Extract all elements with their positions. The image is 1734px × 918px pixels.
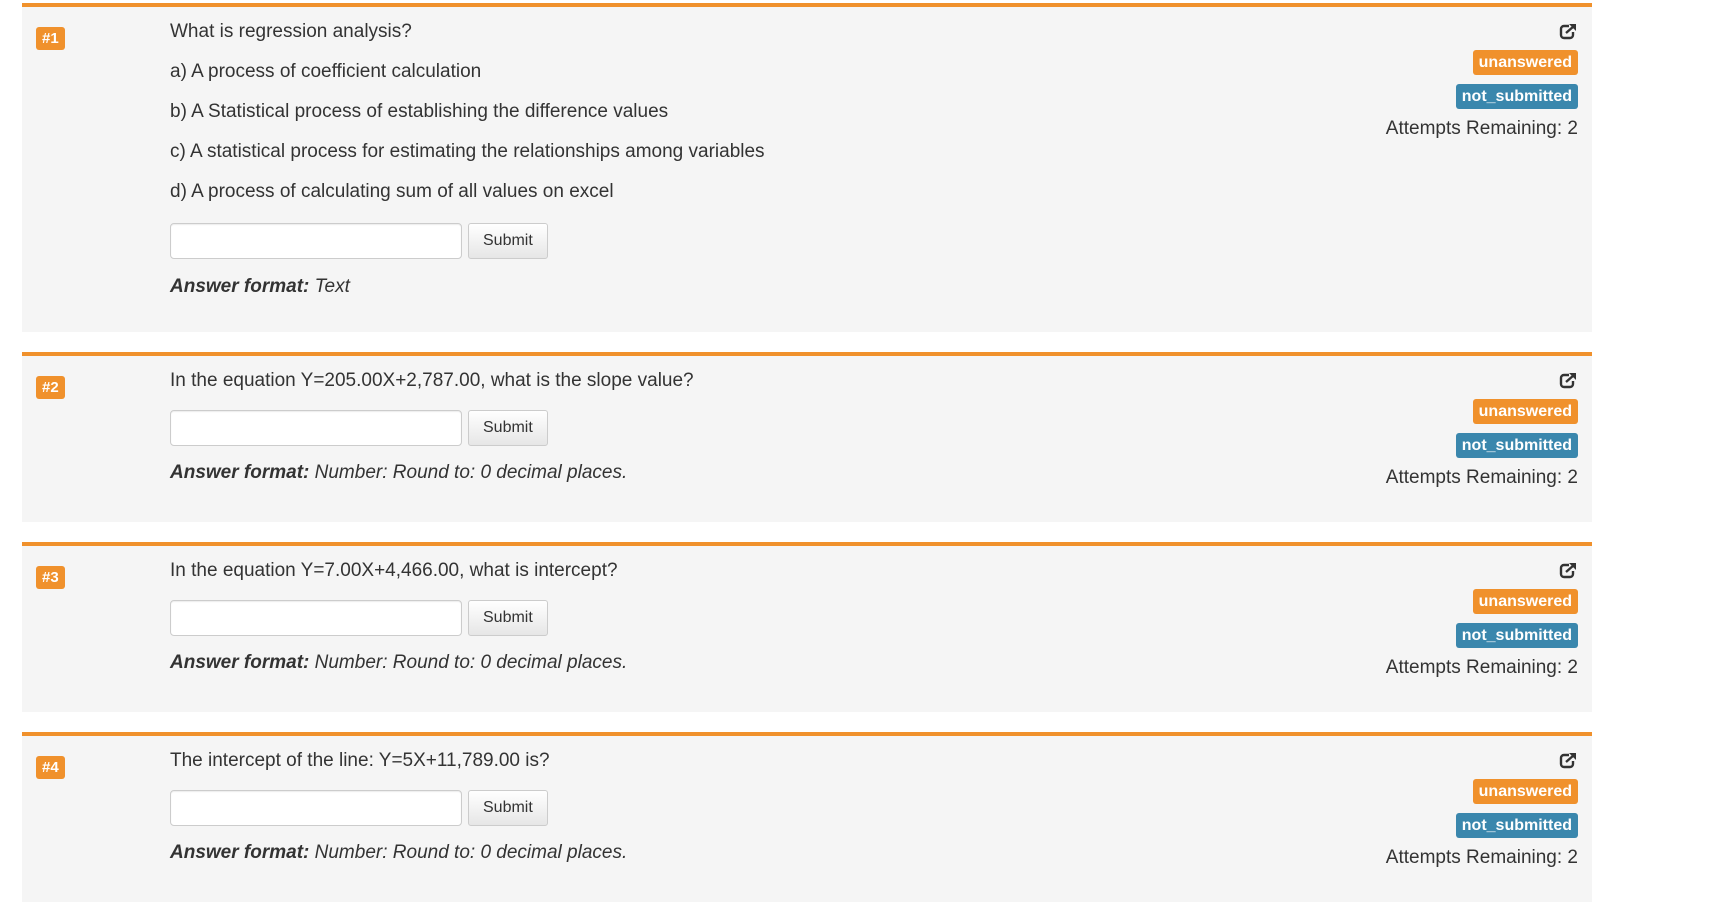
share-icon[interactable] [1558, 560, 1578, 580]
answer-option: c) A statistical process for estimating … [170, 141, 765, 162]
answer-row: Submit [170, 223, 1070, 259]
submit-button[interactable]: Submit [468, 223, 548, 259]
question-text: In the equation Y=7.00X+4,466.00, what i… [170, 560, 618, 581]
question-panel: #4 The intercept of the line: Y=5X+11,78… [22, 732, 1592, 902]
answer-option: a) A process of coefficient calculation [170, 61, 482, 82]
submission-badge: not_submitted [1455, 813, 1578, 838]
question-number-badge: #2 [36, 376, 65, 399]
answer-format-label: Answer format: [170, 276, 310, 297]
answer-format-label: Answer format: [170, 652, 310, 673]
answer-format: Answer format: Number: Round to: 0 decim… [170, 462, 1070, 484]
answer-format-label: Answer format: [170, 842, 310, 863]
submission-badge: not_submitted [1455, 433, 1578, 458]
answer-format-label: Answer format: [170, 462, 310, 483]
answer-input[interactable] [170, 223, 462, 259]
status-badge: unanswered [1472, 589, 1578, 614]
answer-option: d) A process of calculating sum of all v… [170, 181, 614, 202]
submission-badge: not_submitted [1455, 623, 1578, 648]
answer-input[interactable] [170, 410, 462, 446]
answer-input[interactable] [170, 600, 462, 636]
answer-option: b) A Statistical process of establishing… [170, 101, 669, 122]
question-number-badge: #3 [36, 566, 65, 589]
attempts-remaining: Attempts Remaining: 2 [1385, 118, 1578, 139]
submission-badge: not_submitted [1455, 84, 1578, 109]
question-text: What is regression analysis? [170, 21, 412, 42]
share-icon[interactable] [1558, 750, 1578, 770]
attempts-remaining: Attempts Remaining: 2 [1385, 657, 1578, 678]
answer-row: Submit [170, 410, 1070, 446]
answer-row: Submit [170, 600, 1070, 636]
question-panel: #1 What is regression analysis? a) A pro… [22, 3, 1592, 332]
status-badge: unanswered [1472, 50, 1578, 75]
answer-format: Answer format: Text [170, 276, 1070, 298]
answer-format-value: Text [314, 276, 350, 297]
question-text: The intercept of the line: Y=5X+11,789.0… [170, 750, 550, 771]
answer-format-value: Number: Round to: 0 decimal places. [314, 652, 628, 673]
answer-input[interactable] [170, 790, 462, 826]
submit-button[interactable]: Submit [468, 600, 548, 636]
answer-row: Submit [170, 790, 1070, 826]
question-panel: #3 In the equation Y=7.00X+4,466.00, wha… [22, 542, 1592, 712]
status-badge: unanswered [1472, 779, 1578, 804]
attempts-remaining: Attempts Remaining: 2 [1385, 847, 1578, 868]
answer-format-value: Number: Round to: 0 decimal places. [314, 462, 628, 483]
submit-button[interactable]: Submit [468, 790, 548, 826]
share-icon[interactable] [1558, 21, 1578, 41]
status-badge: unanswered [1472, 399, 1578, 424]
answer-format: Answer format: Number: Round to: 0 decim… [170, 842, 1070, 864]
answer-format: Answer format: Number: Round to: 0 decim… [170, 652, 1070, 674]
share-icon[interactable] [1558, 370, 1578, 390]
question-number-badge: #4 [36, 756, 65, 779]
attempts-remaining: Attempts Remaining: 2 [1385, 467, 1578, 488]
question-panel: #2 In the equation Y=205.00X+2,787.00, w… [22, 352, 1592, 522]
question-number-badge: #1 [36, 27, 65, 50]
answer-format-value: Number: Round to: 0 decimal places. [314, 842, 628, 863]
question-text: In the equation Y=205.00X+2,787.00, what… [170, 370, 694, 391]
submit-button[interactable]: Submit [468, 410, 548, 446]
